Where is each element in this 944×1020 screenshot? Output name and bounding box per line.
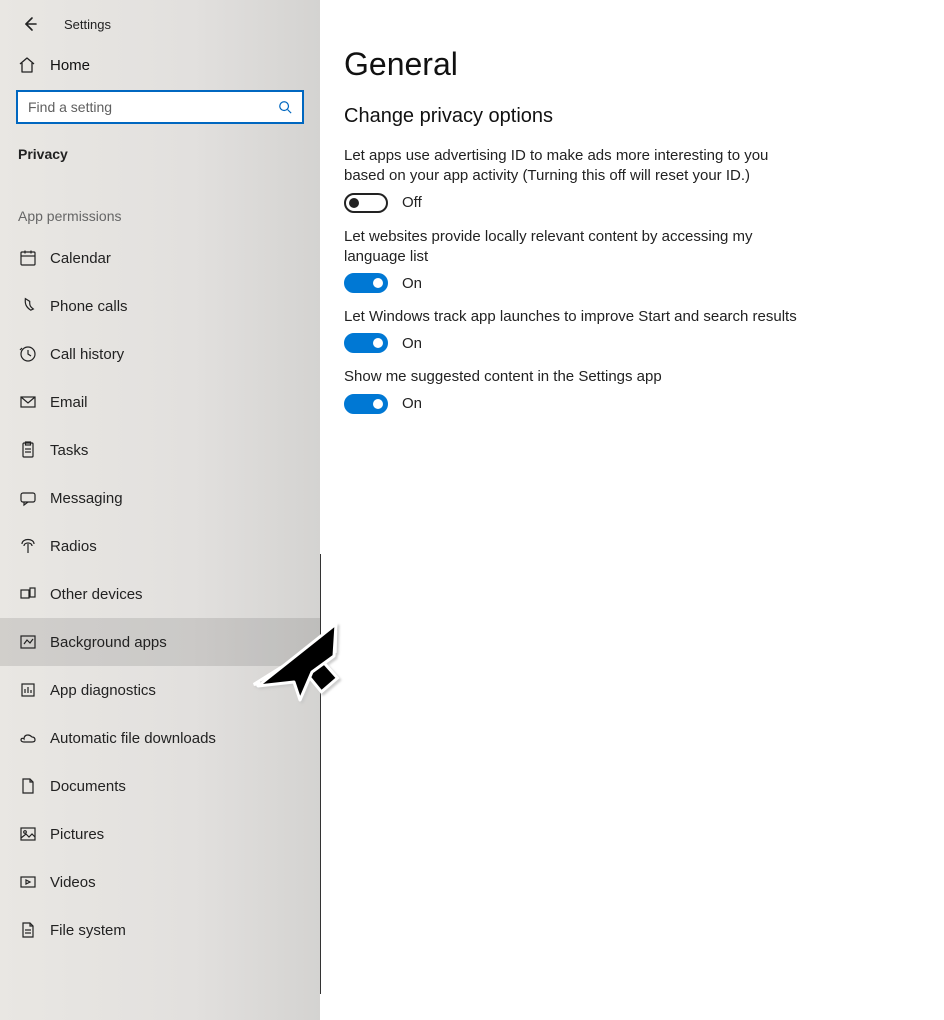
section-title: Privacy	[0, 138, 320, 180]
privacy-option-2: Let Windows track app launches to improv…	[344, 307, 804, 353]
sidebar-item-label: Other devices	[50, 586, 143, 603]
sidebar-item-label: Documents	[50, 778, 126, 795]
file-system-icon	[18, 921, 38, 939]
videos-icon	[18, 873, 38, 891]
home-icon	[18, 56, 38, 74]
sidebar-item-label: File system	[50, 922, 126, 939]
sidebar-item-calendar[interactable]: Calendar	[0, 234, 320, 282]
sidebar-item-other-devices[interactable]: Other devices	[0, 570, 320, 618]
email-icon	[18, 393, 38, 411]
sidebar-item-file-system[interactable]: File system	[0, 906, 320, 954]
option-description: Let apps use advertising ID to make ads …	[344, 146, 804, 187]
option-description: Let websites provide locally relevant co…	[344, 227, 804, 268]
resize-divider[interactable]	[320, 554, 321, 994]
sidebar-item-label: Tasks	[50, 442, 88, 459]
sidebar-home-label: Home	[50, 57, 90, 74]
sidebar: Settings Home Privacy App permissions Ca…	[0, 0, 320, 1020]
back-button[interactable]	[18, 12, 42, 36]
sidebar-item-label: Calendar	[50, 250, 111, 267]
phone-icon	[18, 297, 38, 315]
toggle-state-label: On	[402, 395, 422, 412]
app-diagnostics-icon	[18, 681, 38, 699]
background-apps-icon	[18, 633, 38, 651]
content: General Change privacy options Let apps …	[320, 0, 944, 1020]
toggle-switch[interactable]	[344, 394, 388, 414]
sidebar-item-background-apps[interactable]: Background apps	[0, 618, 320, 666]
other-devices-icon	[18, 585, 38, 603]
sidebar-item-tasks[interactable]: Tasks	[0, 426, 320, 474]
sidebar-item-pictures[interactable]: Pictures	[0, 810, 320, 858]
group-label: App permissions	[0, 180, 320, 234]
toggle-state-label: Off	[402, 194, 422, 211]
sidebar-home[interactable]: Home	[0, 44, 320, 84]
sidebar-item-email[interactable]: Email	[0, 378, 320, 426]
search-icon	[278, 100, 292, 114]
toggle-switch[interactable]	[344, 273, 388, 293]
sidebar-item-automatic-file-downloads[interactable]: Automatic file downloads	[0, 714, 320, 762]
sidebar-nav: Calendar Phone calls Call history Email Task…	[0, 234, 320, 954]
back-arrow-icon	[22, 16, 38, 32]
sidebar-item-messaging[interactable]: Messaging	[0, 474, 320, 522]
sidebar-item-radios[interactable]: Radios	[0, 522, 320, 570]
calendar-icon	[18, 249, 38, 267]
privacy-option-1: Let websites provide locally relevant co…	[344, 227, 804, 294]
sidebar-item-documents[interactable]: Documents	[0, 762, 320, 810]
option-description: Let Windows track app launches to improv…	[344, 307, 804, 327]
radios-icon	[18, 537, 38, 555]
sidebar-item-label: Phone calls	[50, 298, 128, 315]
pictures-icon	[18, 825, 38, 843]
document-icon	[18, 777, 38, 795]
sidebar-item-label: Messaging	[50, 490, 123, 507]
sidebar-item-label: Radios	[50, 538, 97, 555]
privacy-option-3: Show me suggested content in the Setting…	[344, 367, 804, 413]
sidebar-item-label: Background apps	[50, 634, 167, 651]
sidebar-item-label: Videos	[50, 874, 96, 891]
page-subhead: Change privacy options	[344, 105, 920, 128]
sidebar-item-label: Pictures	[50, 826, 104, 843]
title-bar: Settings	[0, 0, 320, 44]
messaging-icon	[18, 489, 38, 507]
app-title: Settings	[64, 17, 111, 32]
cloud-download-icon	[18, 729, 38, 747]
toggle-state-label: On	[402, 275, 422, 292]
sidebar-item-label: Email	[50, 394, 88, 411]
search-input[interactable]	[28, 99, 278, 115]
page-title: General	[344, 46, 920, 83]
sidebar-item-label: Automatic file downloads	[50, 730, 216, 747]
history-icon	[18, 345, 38, 363]
toggle-state-label: On	[402, 335, 422, 352]
sidebar-item-app-diagnostics[interactable]: App diagnostics	[0, 666, 320, 714]
toggle-switch[interactable]	[344, 193, 388, 213]
tasks-icon	[18, 441, 38, 459]
search-box[interactable]	[16, 90, 304, 124]
option-description: Show me suggested content in the Setting…	[344, 367, 804, 387]
sidebar-item-phone-calls[interactable]: Phone calls	[0, 282, 320, 330]
sidebar-item-videos[interactable]: Videos	[0, 858, 320, 906]
sidebar-item-call-history[interactable]: Call history	[0, 330, 320, 378]
privacy-option-0: Let apps use advertising ID to make ads …	[344, 146, 804, 213]
sidebar-item-label: Call history	[50, 346, 124, 363]
sidebar-item-label: App diagnostics	[50, 682, 156, 699]
toggle-switch[interactable]	[344, 333, 388, 353]
